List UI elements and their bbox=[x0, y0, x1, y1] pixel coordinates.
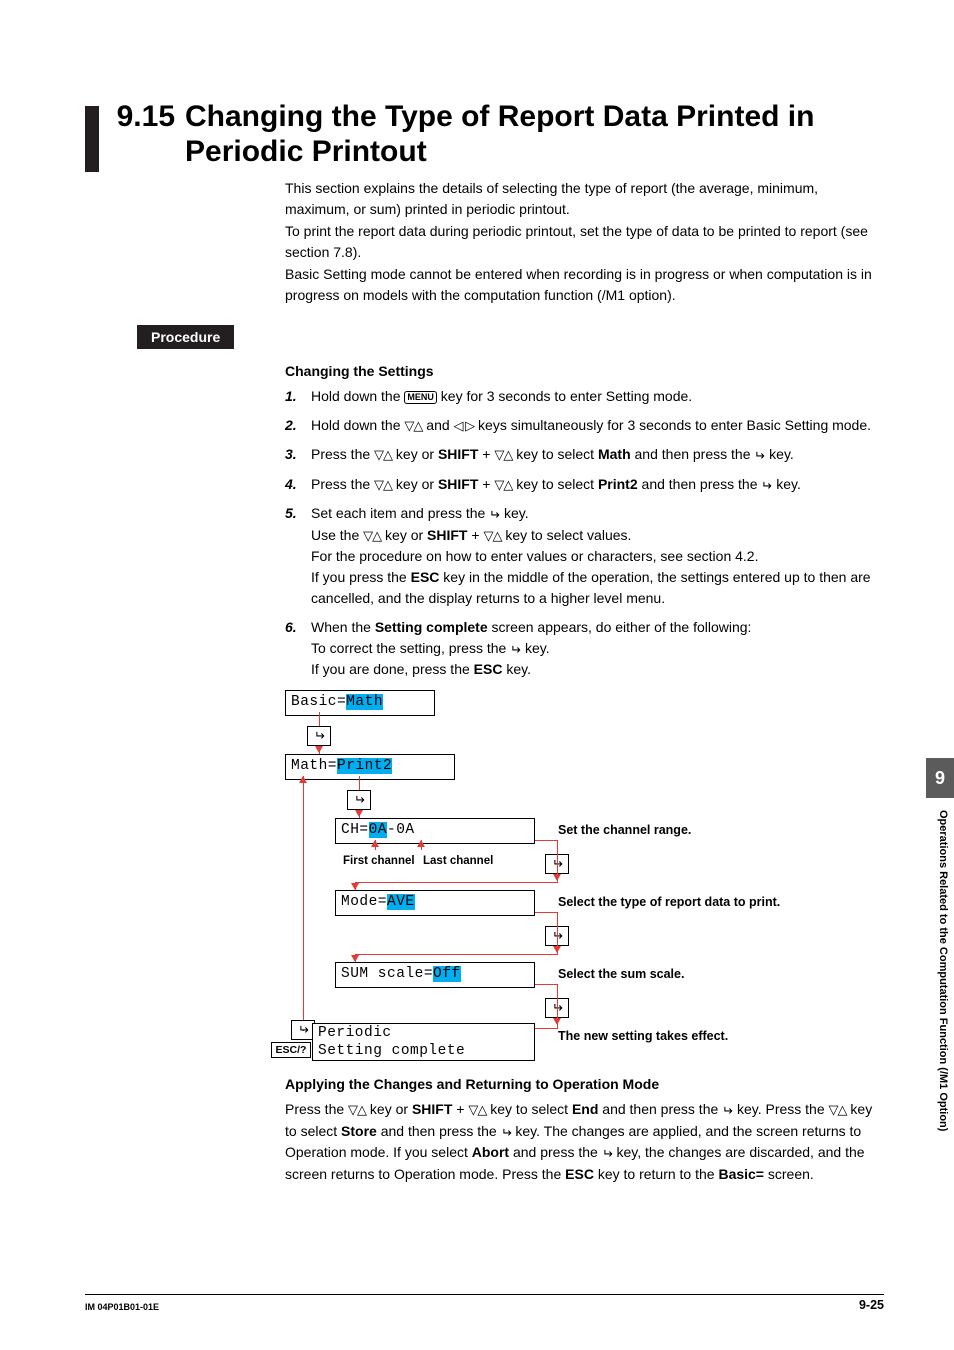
t: Use the bbox=[311, 527, 363, 543]
esc-key-icon: ESC/? bbox=[271, 1042, 311, 1058]
label-mode: Select the type of report data to print. bbox=[558, 893, 780, 912]
t: key. bbox=[765, 446, 794, 462]
enter-icon bbox=[501, 1125, 512, 1140]
step-5: 5. Set each item and press the key. Use … bbox=[285, 503, 884, 609]
step-4: 4. Press the ▽△ key or SHIFT + ▽△ key to… bbox=[285, 474, 884, 496]
t: Setting complete bbox=[375, 619, 488, 635]
t: key. bbox=[521, 640, 550, 656]
step-3: 3. Press the ▽△ key or SHIFT + ▽△ key to… bbox=[285, 444, 884, 466]
t: screen appears, do either of the followi… bbox=[488, 619, 752, 635]
t: If you are done, press the bbox=[311, 661, 474, 677]
label-first-channel: First channel bbox=[343, 853, 415, 870]
intro-p1: This section explains the details of sel… bbox=[285, 178, 884, 220]
box-sum: SUM scale=Off bbox=[335, 962, 535, 988]
box-complete: PeriodicSetting complete bbox=[312, 1023, 535, 1061]
t: key. bbox=[502, 661, 531, 677]
t: key for 3 seconds to enter Setting mode. bbox=[437, 388, 692, 404]
t: SHIFT bbox=[438, 446, 478, 462]
leftright-icon: ◁ ▷ bbox=[454, 418, 475, 433]
t: Print2 bbox=[598, 476, 638, 492]
updown-icon: ▽△ bbox=[483, 528, 501, 543]
label-ch-range: Set the channel range. bbox=[558, 821, 691, 840]
t: SHIFT bbox=[438, 476, 478, 492]
t: For the procedure on how to enter values… bbox=[311, 548, 758, 564]
intro-p2: To print the report data during periodic… bbox=[285, 221, 884, 263]
label-last-channel: Last channel bbox=[423, 853, 493, 870]
t: key to select values. bbox=[501, 527, 631, 543]
t: key to select bbox=[512, 476, 598, 492]
step-1: 1. Hold down the MENU key for 3 seconds … bbox=[285, 386, 884, 407]
enter-icon bbox=[754, 448, 765, 463]
box-math: Math=Print2 bbox=[285, 754, 455, 780]
t: ESC bbox=[474, 661, 503, 677]
t: Press the bbox=[311, 476, 374, 492]
t: and then press the bbox=[631, 446, 755, 462]
footer-pagenum: 9-25 bbox=[859, 1298, 884, 1312]
updown-icon: ▽△ bbox=[348, 1102, 366, 1117]
label-sum: Select the sum scale. bbox=[558, 965, 684, 984]
apply-text: Press the ▽△ key or SHIFT + ▽△ key to se… bbox=[285, 1099, 884, 1185]
t: To correct the setting, press the bbox=[311, 640, 510, 656]
footer-rule bbox=[85, 1294, 884, 1295]
t: key or bbox=[392, 476, 438, 492]
enter-icon bbox=[602, 1146, 613, 1161]
t: + bbox=[468, 527, 484, 543]
t: Press the bbox=[311, 446, 374, 462]
t: ESC bbox=[411, 569, 440, 585]
t: keys simultaneously for 3 seconds to ent… bbox=[474, 417, 871, 433]
section-number: 9.15 bbox=[111, 100, 185, 134]
side-tab-text: Operations Related to the Computation Fu… bbox=[931, 810, 949, 1131]
updown-icon: ▽△ bbox=[494, 447, 512, 462]
updown-icon: ▽△ bbox=[374, 477, 392, 492]
page-title: Changing the Type of Report Data Printed… bbox=[185, 100, 884, 169]
step-6: 6. When the Setting complete screen appe… bbox=[285, 617, 884, 681]
t: + bbox=[478, 446, 494, 462]
t: key or bbox=[392, 446, 438, 462]
updown-icon: ▽△ bbox=[494, 477, 512, 492]
t: key to select bbox=[512, 446, 598, 462]
flow-diagram: Basic=Math Math=Print2 CH=0A-0A Set the … bbox=[285, 690, 884, 1060]
heading-bar bbox=[85, 106, 99, 172]
t: key. bbox=[772, 476, 801, 492]
step-2: 2. Hold down the ▽△ and ◁ ▷ keys simulta… bbox=[285, 415, 884, 436]
updown-icon: ▽△ bbox=[829, 1102, 847, 1117]
menu-key-icon: MENU bbox=[404, 391, 437, 404]
t: key. bbox=[500, 505, 529, 521]
t: + bbox=[478, 476, 494, 492]
box-basic: Basic=Math bbox=[285, 690, 435, 716]
label-done: The new setting takes effect. bbox=[558, 1027, 728, 1046]
updown-icon: ▽△ bbox=[468, 1102, 486, 1117]
t: If you press the bbox=[311, 569, 411, 585]
enter-icon bbox=[489, 507, 500, 522]
t: Hold down the bbox=[311, 417, 404, 433]
t: and bbox=[422, 417, 453, 433]
subheading-applying: Applying the Changes and Returning to Op… bbox=[285, 1074, 884, 1095]
enter-icon bbox=[761, 478, 772, 493]
enter-icon bbox=[307, 726, 331, 746]
footer-docid: IM 04P01B01-01E bbox=[85, 1302, 159, 1312]
t: and then press the bbox=[638, 476, 762, 492]
updown-icon: ▽△ bbox=[363, 528, 381, 543]
subheading-changing: Changing the Settings bbox=[285, 361, 884, 382]
t: key or bbox=[381, 527, 427, 543]
box-mode: Mode=AVE bbox=[335, 890, 535, 916]
procedure-label: Procedure bbox=[137, 325, 234, 349]
enter-icon bbox=[347, 790, 371, 810]
t: When the bbox=[311, 619, 375, 635]
t: Set each item and press the bbox=[311, 505, 489, 521]
enter-icon bbox=[510, 642, 521, 657]
intro-p3: Basic Setting mode cannot be entered whe… bbox=[285, 264, 884, 306]
enter-icon bbox=[722, 1103, 733, 1118]
side-tab: 9 bbox=[926, 758, 954, 798]
t: Math bbox=[598, 446, 631, 462]
updown-icon: ▽△ bbox=[374, 447, 392, 462]
t: Hold down the bbox=[311, 388, 404, 404]
updown-icon: ▽△ bbox=[404, 418, 422, 433]
t: SHIFT bbox=[427, 527, 467, 543]
box-ch: CH=0A-0A bbox=[335, 818, 535, 844]
